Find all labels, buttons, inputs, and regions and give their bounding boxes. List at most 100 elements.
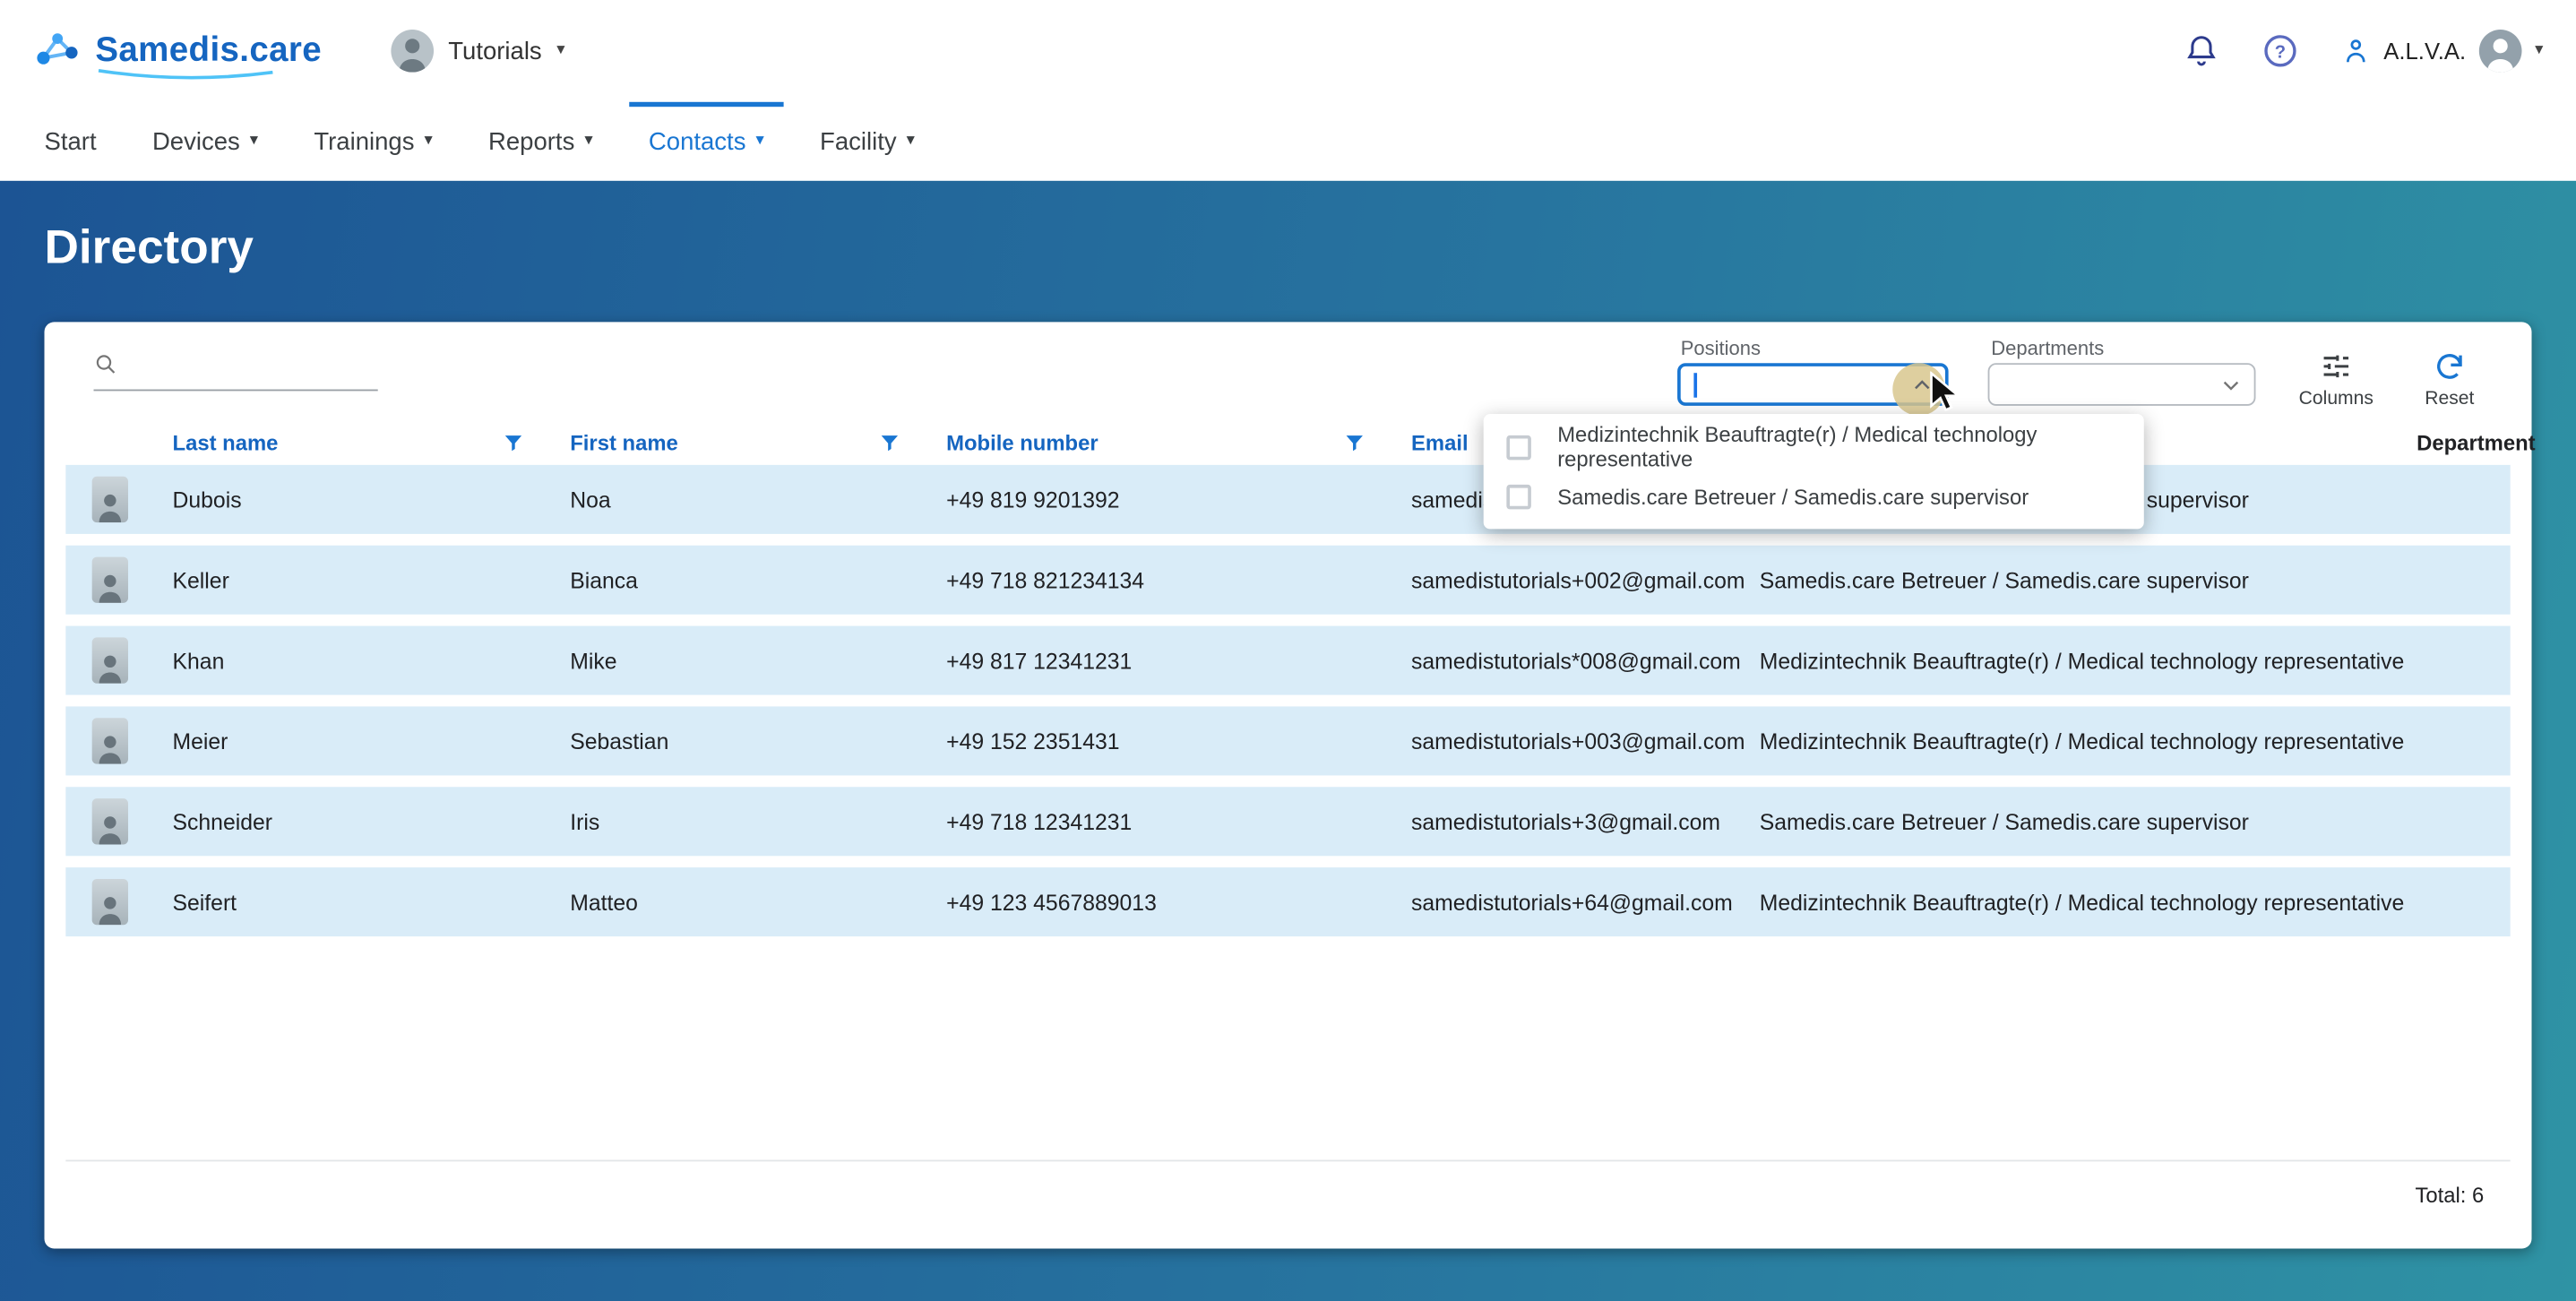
- person-avatar-icon: [95, 731, 125, 764]
- cell-mobile-number: +49 819 9201392: [946, 487, 1411, 513]
- cell-last-name: Keller: [173, 567, 571, 592]
- top-header: Samedis.care Tutorials ▾: [0, 0, 2576, 102]
- chevron-up-icon: [1909, 373, 1935, 399]
- column-header-department[interactable]: Department: [2417, 429, 2576, 454]
- svg-text:?: ?: [2275, 42, 2286, 62]
- person-avatar-icon: [394, 33, 430, 73]
- column-header-mobile[interactable]: Mobile number: [946, 429, 1411, 454]
- header-actions: ? A.L.V.A. ▾: [2184, 30, 2544, 73]
- filter-icon[interactable]: [877, 429, 902, 454]
- table-body: Dubois Noa +49 819 9201392 samedis Samed…: [65, 465, 2510, 936]
- contact-photo: [92, 718, 128, 763]
- cell-mobile-number: +49 718 12341231: [946, 809, 1411, 834]
- footer-divider: [65, 1159, 2510, 1161]
- nav-item-label: Trainings: [314, 127, 414, 155]
- positions-option[interactable]: Medizintechnik Beauftragte(r) / Medical …: [1484, 422, 2144, 471]
- column-header-last_name[interactable]: Last name: [173, 429, 571, 454]
- cell-last-name: Meier: [173, 728, 571, 754]
- column-header-label: First name: [570, 429, 678, 454]
- table-row[interactable]: Schneider Iris +49 718 12341231 samedist…: [65, 787, 2510, 856]
- departments-filter-input[interactable]: [1988, 363, 2256, 406]
- directory-card: Positions Departments: [45, 322, 2532, 1248]
- chevron-down-icon: ▾: [424, 134, 432, 150]
- cell-email: samedistutorials+002@gmail.com: [1411, 567, 1760, 592]
- positions-filter-input[interactable]: [1677, 363, 1949, 406]
- app-window: Samedis.care Tutorials ▾: [0, 0, 2576, 1301]
- person-avatar-icon: [95, 812, 125, 845]
- refresh-icon: [2433, 350, 2466, 383]
- cell-mobile-number: +49 152 2351431: [946, 728, 1411, 754]
- nav-item-contacts[interactable]: Contacts ▾: [649, 102, 764, 181]
- cell-email: samedistutorials+64@gmail.com: [1411, 890, 1760, 915]
- positions-option[interactable]: Samedis.care Betreuer / Samedis.care sup…: [1484, 471, 2144, 521]
- cell-first-name: Sebastian: [570, 728, 946, 754]
- person-avatar-icon: [95, 892, 125, 926]
- cell-position: Medizintechnik Beauftragte(r) / Medical …: [1760, 648, 2417, 673]
- columns-button[interactable]: Columns: [2288, 349, 2383, 411]
- user-avatar: [2479, 30, 2522, 73]
- cell-first-name: Matteo: [570, 890, 946, 915]
- nav-item-label: Contacts: [649, 127, 746, 155]
- option-checkbox[interactable]: [1506, 484, 1531, 509]
- molecule-logo-icon: [33, 26, 82, 75]
- contact-photo: [92, 557, 128, 603]
- table-row[interactable]: Seifert Matteo +49 123 4567889013 samedi…: [65, 867, 2510, 936]
- help-button[interactable]: ?: [2262, 33, 2298, 69]
- column-header-label: Last name: [173, 429, 279, 454]
- nav-item-trainings[interactable]: Trainings ▾: [314, 102, 432, 181]
- cell-position: Samedis.care Betreuer / Samedis.care sup…: [1760, 809, 2417, 834]
- cell-mobile-number: +49 817 12341231: [946, 648, 1411, 673]
- person-avatar-icon: [95, 489, 125, 522]
- person-avatar-icon: [95, 650, 125, 684]
- columns-button-label: Columns: [2299, 390, 2374, 409]
- chevron-down-icon: ▾: [584, 134, 592, 150]
- brand-wordmark: Samedis.care: [95, 31, 322, 69]
- page-title: Directory: [0, 181, 2576, 293]
- column-header-first_name[interactable]: First name: [570, 429, 946, 454]
- chevron-down-icon: ▾: [2535, 43, 2543, 59]
- nav-item-label: Start: [45, 127, 97, 155]
- table-search: [94, 349, 378, 392]
- filter-icon[interactable]: [1342, 429, 1367, 454]
- nav-item-reports[interactable]: Reports ▾: [488, 102, 593, 181]
- search-icon: [94, 349, 117, 377]
- person-icon: [2341, 36, 2371, 65]
- column-header-label: Department: [2417, 429, 2535, 454]
- table-row[interactable]: Keller Bianca +49 718 821234134 samedist…: [65, 546, 2510, 615]
- table-row[interactable]: Khan Mike +49 817 12341231 samedistutori…: [65, 626, 2510, 695]
- chevron-down-icon: ▾: [556, 43, 564, 59]
- person-avatar-icon: [95, 570, 125, 603]
- search-input[interactable]: [132, 349, 377, 378]
- table-row[interactable]: Meier Sebastian +49 152 2351431 samedist…: [65, 706, 2510, 775]
- contact-photo: [92, 798, 128, 844]
- notifications-button[interactable]: [2184, 33, 2219, 69]
- nav-item-start[interactable]: Start: [45, 102, 97, 181]
- contact-photo: [92, 637, 128, 683]
- workspace-selector[interactable]: Tutorials ▾: [391, 30, 564, 73]
- cell-first-name: Noa: [570, 487, 946, 513]
- option-checkbox[interactable]: [1506, 435, 1531, 460]
- reset-button[interactable]: Reset: [2402, 349, 2497, 411]
- nav-item-facility[interactable]: Facility ▾: [820, 102, 915, 181]
- person-avatar-icon: [2482, 33, 2518, 73]
- cell-position: Medizintechnik Beauftragte(r) / Medical …: [1760, 728, 2417, 754]
- nav-item-devices[interactable]: Devices ▾: [152, 102, 258, 181]
- chevron-down-icon: [2218, 371, 2244, 397]
- departments-expand-button[interactable]: [2218, 371, 2244, 406]
- total-count: Total: 6: [2415, 1183, 2484, 1208]
- main-nav: Start Devices ▾ Trainings ▾ Reports ▾ Co…: [0, 102, 2576, 181]
- tune-sliders-icon: [2320, 350, 2353, 383]
- cell-mobile-number: +49 718 821234134: [946, 567, 1411, 592]
- reset-button-label: Reset: [2425, 390, 2474, 409]
- filter-icon[interactable]: [501, 429, 526, 454]
- brand-underline-swoosh: [95, 67, 276, 81]
- brand-logo[interactable]: Samedis.care: [33, 26, 322, 75]
- positions-collapse-button[interactable]: [1909, 373, 1935, 408]
- user-menu[interactable]: A.L.V.A. ▾: [2341, 30, 2544, 73]
- workspace-label: Tutorials: [448, 37, 541, 65]
- page-background: Directory Positions: [0, 181, 2576, 1301]
- option-label: Medizintechnik Beauftragte(r) / Medical …: [1557, 422, 2124, 471]
- cell-mobile-number: +49 123 4567889013: [946, 890, 1411, 915]
- positions-label: Positions: [1681, 337, 1761, 360]
- departments-label: Departments: [1991, 337, 2104, 360]
